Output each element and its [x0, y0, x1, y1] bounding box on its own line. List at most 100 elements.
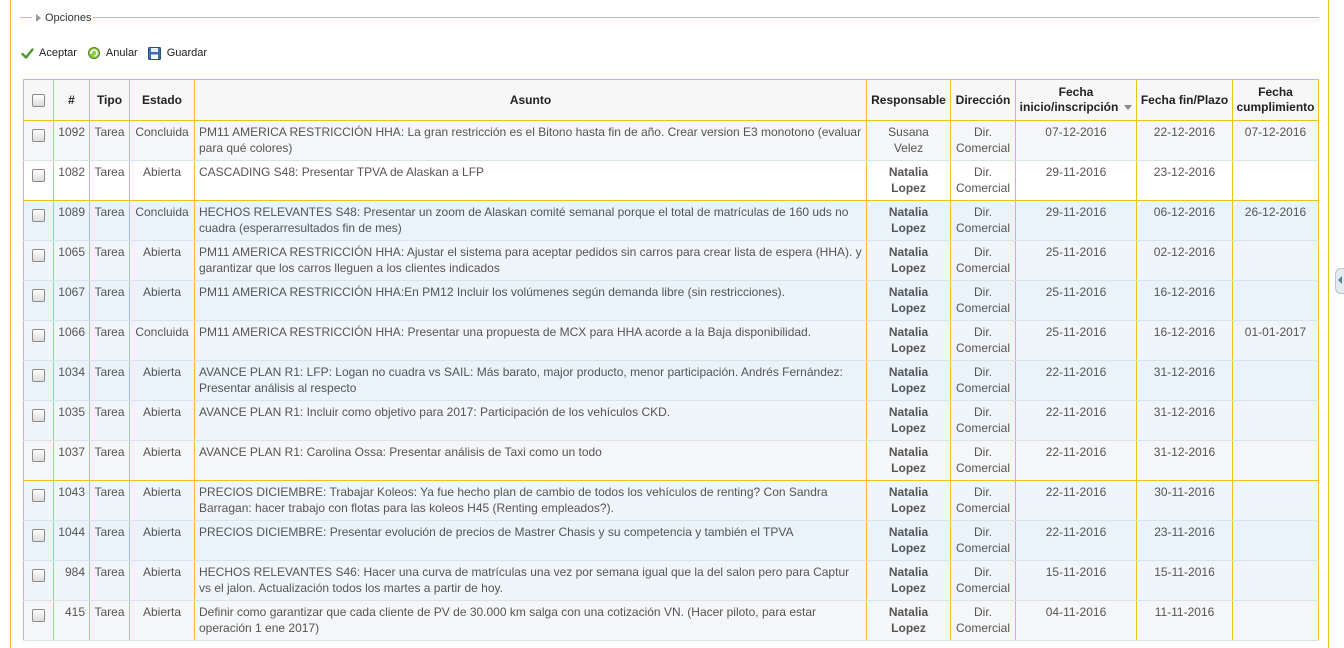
row-checkbox[interactable] — [32, 209, 45, 222]
row-fecha-inicio: 22-11-2016 — [1015, 400, 1137, 441]
side-panel-toggle[interactable] — [1335, 268, 1344, 294]
table-row[interactable]: 1067 Tarea Abierta PM11 AMERICA RESTRICC… — [23, 280, 1319, 321]
row-checkbox[interactable] — [32, 409, 45, 422]
row-select-cell — [23, 440, 54, 481]
row-checkbox[interactable] — [32, 169, 45, 182]
table-row[interactable]: 1037 Tarea Abierta AVANCE PLAN R1: Carol… — [23, 440, 1319, 481]
tasks-grid: # Tipo Estado Asunto Responsable Direcci… — [23, 79, 1319, 641]
row-checkbox[interactable] — [32, 129, 45, 142]
tasks-body: 1092 Tarea Concluida PM11 AMERICA RESTRI… — [23, 120, 1319, 641]
col-fecha-cumplimiento[interactable]: Fecha cumplimiento — [1232, 79, 1319, 121]
table-row[interactable]: 1092 Tarea Concluida PM11 AMERICA RESTRI… — [23, 120, 1319, 161]
legend-line-right — [93, 17, 1319, 18]
row-asunto[interactable]: PRECIOS DICIEMBRE: Presentar evolución d… — [194, 520, 867, 561]
row-estado: Abierta — [129, 480, 195, 521]
row-fecha-fin: 31-12-2016 — [1136, 400, 1233, 441]
row-responsable: Natalia Lopez — [866, 160, 951, 201]
table-row[interactable]: 1082 Tarea Abierta CASCADING S48: Presen… — [23, 160, 1319, 201]
row-fecha-inicio: 29-11-2016 — [1015, 200, 1137, 241]
row-select-cell — [23, 600, 54, 641]
row-id: 984 — [53, 560, 90, 601]
header-row: # Tipo Estado Asunto Responsable Direcci… — [23, 79, 1319, 121]
row-asunto[interactable]: AVANCE PLAN R1: Carolina Ossa: Presentar… — [194, 440, 867, 481]
row-asunto[interactable]: CASCADING S48: Presentar TPVA de Alaskan… — [194, 160, 867, 201]
row-asunto[interactable]: PM11 AMERICA RESTRICCIÓN HHA: Presentar … — [194, 320, 867, 361]
table-row[interactable]: 1044 Tarea Abierta PRECIOS DICIEMBRE: Pr… — [23, 520, 1319, 561]
row-id: 1035 — [53, 400, 90, 441]
row-checkbox[interactable] — [32, 609, 45, 622]
row-estado: Concluida — [129, 120, 195, 161]
row-checkbox[interactable] — [32, 569, 45, 582]
table-row[interactable]: 1066 Tarea Concluida PM11 AMERICA RESTRI… — [23, 320, 1319, 361]
row-asunto[interactable]: PM11 AMERICA RESTRICCIÓN HHA:En PM12 Inc… — [194, 280, 867, 321]
row-select-cell — [23, 280, 54, 321]
col-direccion[interactable]: Dirección — [950, 79, 1016, 121]
row-responsable: Natalia Lopez — [866, 200, 951, 241]
row-direccion: Dir. Comercial — [950, 600, 1016, 641]
row-fecha-fin: 16-12-2016 — [1136, 320, 1233, 361]
row-estado: Abierta — [129, 160, 195, 201]
row-asunto[interactable]: HECHOS RELEVANTES S48: Presentar un zoom… — [194, 200, 867, 241]
col-fecha-fin[interactable]: Fecha fin/Plazo — [1136, 79, 1233, 121]
row-estado: Abierta — [129, 240, 195, 281]
row-responsable: Natalia Lopez — [866, 600, 951, 641]
col-num[interactable]: # — [53, 79, 90, 121]
table-row[interactable]: 1043 Tarea Abierta PRECIOS DICIEMBRE: Tr… — [23, 480, 1319, 521]
row-checkbox[interactable] — [32, 529, 45, 542]
row-asunto[interactable]: PM11 AMERICA RESTRICCIÓN HHA: La gran re… — [194, 120, 867, 161]
row-asunto[interactable]: PRECIOS DICIEMBRE: Trabajar Koleos: Ya f… — [194, 480, 867, 521]
row-responsable: Susana Velez — [866, 120, 951, 161]
row-asunto[interactable]: HECHOS RELEVANTES S46: Hacer una curva d… — [194, 560, 867, 601]
row-checkbox[interactable] — [32, 329, 45, 342]
row-asunto[interactable]: Definir como garantizar que cada cliente… — [194, 600, 867, 641]
col-estado[interactable]: Estado — [129, 79, 195, 121]
row-id: 1067 — [53, 280, 90, 321]
row-checkbox[interactable] — [32, 369, 45, 382]
save-button[interactable]: Guardar — [148, 46, 207, 60]
row-fecha-inicio: 22-11-2016 — [1015, 520, 1137, 561]
row-checkbox[interactable] — [32, 289, 45, 302]
row-checkbox[interactable] — [32, 249, 45, 262]
row-fecha-fin: 22-12-2016 — [1136, 120, 1233, 161]
save-label: Guardar — [166, 47, 208, 59]
table-row[interactable]: 1035 Tarea Abierta AVANCE PLAN R1: Inclu… — [23, 400, 1319, 441]
row-estado: Abierta — [129, 560, 195, 601]
options-toggle[interactable]: Opciones — [34, 11, 94, 25]
row-tipo: Tarea — [89, 200, 130, 241]
cancel-button[interactable]: Anular — [87, 46, 138, 60]
row-fecha-inicio: 04-11-2016 — [1015, 600, 1137, 641]
row-responsable: Natalia Lopez — [866, 320, 951, 361]
row-direccion: Dir. Comercial — [950, 320, 1016, 361]
undo-icon — [87, 46, 101, 60]
row-tipo: Tarea — [89, 320, 130, 361]
table-row[interactable]: 1065 Tarea Abierta PM11 AMERICA RESTRICC… — [23, 240, 1319, 281]
table-row[interactable]: 984 Tarea Abierta HECHOS RELEVANTES S46:… — [23, 560, 1319, 601]
table-row[interactable]: 415 Tarea Abierta Definir como garantiza… — [23, 600, 1319, 641]
accept-button[interactable]: Aceptar — [20, 46, 77, 60]
select-all-header — [23, 79, 54, 121]
col-asunto[interactable]: Asunto — [194, 79, 867, 121]
row-fecha-cumplimiento — [1232, 560, 1319, 601]
row-fecha-fin: 16-12-2016 — [1136, 280, 1233, 321]
row-asunto[interactable]: AVANCE PLAN R1: LFP: Logan no cuadra vs … — [194, 360, 867, 401]
accept-label: Aceptar — [39, 47, 77, 59]
table-row[interactable]: 1089 Tarea Concluida HECHOS RELEVANTES S… — [23, 200, 1319, 241]
row-direccion: Dir. Comercial — [950, 560, 1016, 601]
row-fecha-cumplimiento — [1232, 520, 1319, 561]
row-direccion: Dir. Comercial — [950, 160, 1016, 201]
row-asunto[interactable]: PM11 AMERICA RESTRICCIÓN HHA: Ajustar el… — [194, 240, 867, 281]
row-select-cell — [23, 320, 54, 361]
select-all-checkbox[interactable] — [32, 93, 45, 107]
row-checkbox[interactable] — [32, 489, 45, 502]
col-fecha-inicio[interactable]: Fecha inicio/inscripción — [1015, 79, 1137, 121]
row-direccion: Dir. Comercial — [950, 240, 1016, 281]
row-checkbox[interactable] — [32, 449, 45, 462]
col-tipo[interactable]: Tipo — [89, 79, 130, 121]
table-row[interactable]: 1034 Tarea Abierta AVANCE PLAN R1: LFP: … — [23, 360, 1319, 401]
row-tipo: Tarea — [89, 120, 130, 161]
row-asunto[interactable]: AVANCE PLAN R1: Incluir como objetivo pa… — [194, 400, 867, 441]
row-select-cell — [23, 200, 54, 241]
col-responsable[interactable]: Responsable — [866, 79, 951, 121]
row-direccion: Dir. Comercial — [950, 400, 1016, 441]
row-fecha-inicio: 29-11-2016 — [1015, 160, 1137, 201]
